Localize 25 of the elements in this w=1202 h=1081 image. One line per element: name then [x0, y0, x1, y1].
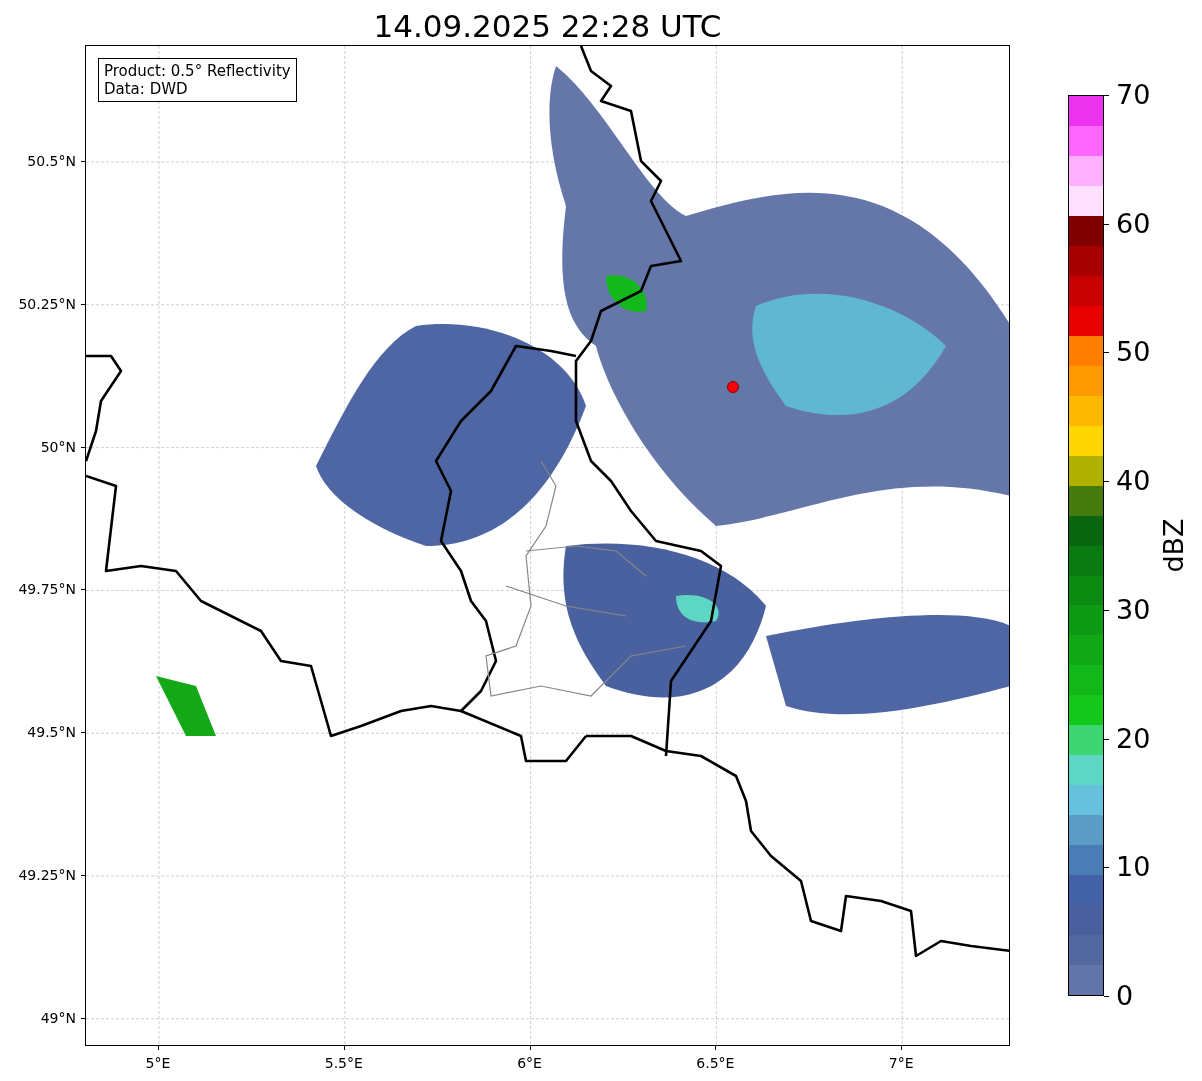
colorbar-tick-label: 40	[1116, 466, 1151, 497]
colorbar-tick-label: 0	[1116, 981, 1134, 1011]
legend-text: Data: DWD	[104, 80, 189, 98]
latitude-label: 50.25°N	[18, 295, 76, 312]
latitude-label: 50°N	[40, 438, 76, 455]
latitude-label: 49°N	[40, 1009, 76, 1026]
chart-title: 14.09.2025 22:28 UTC	[372, 6, 723, 45]
longitude-label: 6.5°E	[696, 1055, 735, 1071]
colorbar-tick-label: 60	[1116, 208, 1151, 239]
latitude-label: 49.75°N	[18, 581, 76, 598]
colorbar-tick-label: 50	[1116, 337, 1151, 368]
colorbar-tick-label: 10	[1116, 852, 1151, 883]
tick-mark	[1104, 996, 1109, 997]
colorbar-label: dBZ	[1157, 518, 1189, 573]
colorbar-tick-label: 70	[1116, 80, 1151, 110]
latitude-label: 50.5°N	[27, 153, 76, 169]
longitude-label: 6°E	[517, 1055, 542, 1071]
legend-text: Product: 0.5° Reflectivity	[104, 62, 291, 80]
latitude-label: 49.25°N	[18, 867, 76, 883]
colorbar-tick-label: 30	[1116, 594, 1151, 625]
longitude-label: 7°E	[888, 1055, 914, 1071]
longitude-label: 5°E	[145, 1055, 171, 1071]
colorbar-tick-label: 20	[1116, 723, 1151, 754]
latitude-label: 49.5°N	[27, 724, 76, 741]
longitude-label: 5.5°E	[324, 1055, 363, 1071]
